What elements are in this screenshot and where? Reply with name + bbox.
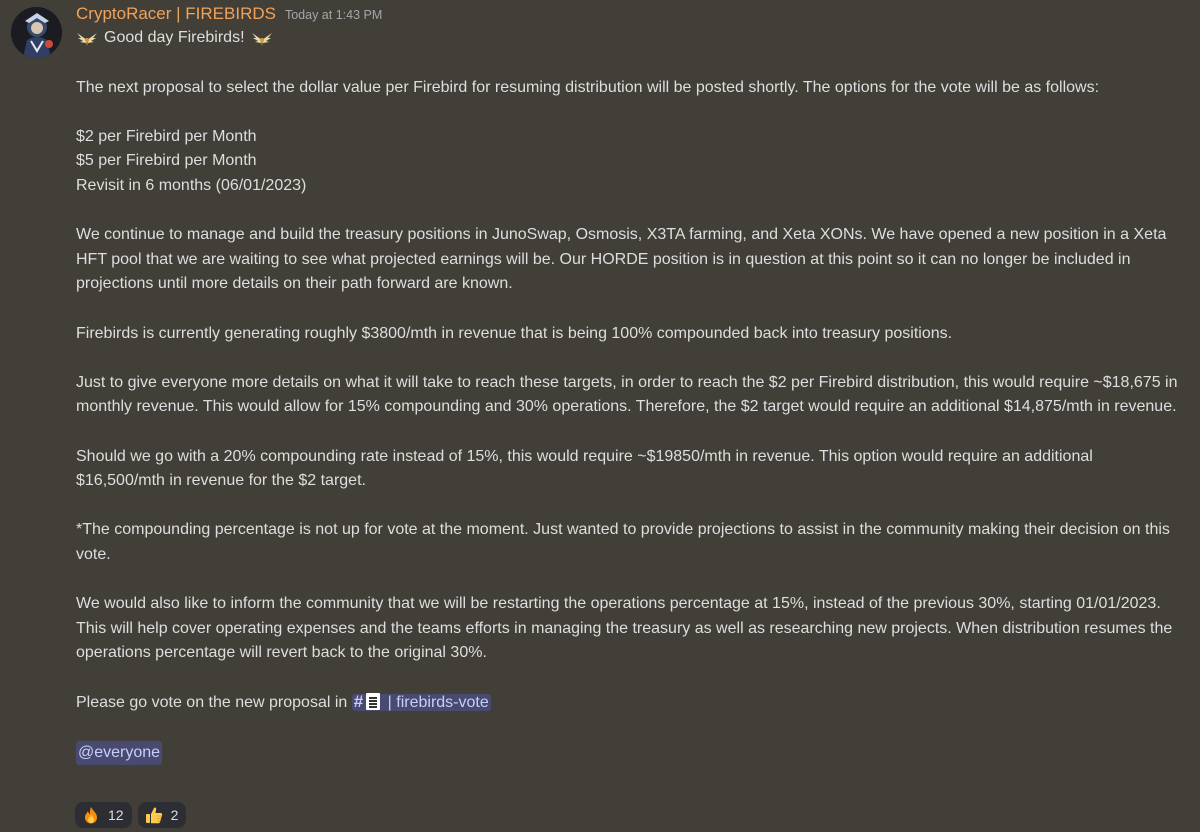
everyone-line: @everyone — [76, 740, 1186, 766]
message-content: CryptoRacer | FIREBIRDS Today at 1:43 PM… — [76, 4, 1186, 766]
treasury-paragraph: We continue to manage and build the trea… — [76, 226, 1167, 293]
vote-option: $2 per Firebird per Month — [76, 127, 257, 145]
reaction-fire[interactable]: 12 — [75, 802, 132, 828]
intro-paragraph: The next proposal to select the dollar v… — [76, 78, 1100, 96]
compounding-paragraph: Should we go with a 20% compounding rate… — [76, 447, 1093, 490]
reaction-thumbs-up[interactable]: 2 — [137, 802, 187, 828]
revenue-paragraph: Firebirds is currently generating roughl… — [76, 324, 953, 342]
vote-option: Revisit in 6 months (06/01/2023) — [76, 176, 307, 194]
channel-name: | firebirds-vote — [383, 694, 489, 712]
timestamp: Today at 1:43 PM — [284, 8, 383, 22]
targets-paragraph: Just to give everyone more details on wh… — [76, 373, 1178, 416]
message-header: CryptoRacer | FIREBIRDS Today at 1:43 PM — [76, 4, 1186, 26]
username[interactable]: CryptoRacer | FIREBIRDS — [76, 4, 276, 24]
avatar[interactable] — [11, 7, 62, 58]
everyone-mention[interactable]: @everyone — [76, 740, 163, 766]
reaction-count: 2 — [170, 807, 179, 823]
channel-hash-icon: # — [353, 692, 364, 712]
document-emoji-icon — [366, 693, 381, 711]
vote-option: $5 per Firebird per Month — [76, 152, 257, 170]
operations-paragraph: We would also like to inform the communi… — [76, 595, 1173, 662]
greeting-line: Good day Firebirds! — [76, 26, 1186, 51]
greeting-text: Good day Firebirds! — [104, 29, 245, 47]
firebird-emoji-icon — [76, 31, 98, 47]
vote-prefix-text: Please go vote on the new proposal in — [76, 694, 352, 712]
fire-emoji-icon — [82, 806, 100, 824]
message-body: Good day Firebirds! The next proposal to… — [76, 26, 1186, 766]
vote-paragraph: Please go vote on the new proposal in # … — [76, 690, 1186, 716]
chat-message: CryptoRacer | FIREBIRDS Today at 1:43 PM… — [0, 0, 1200, 832]
thumbs-up-emoji-icon — [145, 806, 163, 824]
reactions-bar: 12 2 — [75, 802, 192, 828]
reaction-count: 12 — [108, 807, 124, 823]
channel-mention-firebirds-vote[interactable]: # | firebirds-vote — [351, 692, 491, 712]
note-paragraph: *The compounding percentage is not up fo… — [76, 521, 1170, 563]
firebird-emoji-icon — [251, 31, 273, 47]
